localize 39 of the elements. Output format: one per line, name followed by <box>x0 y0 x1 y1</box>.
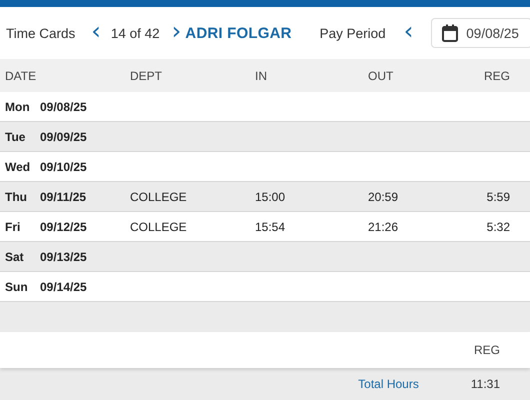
calendar-icon <box>442 24 458 42</box>
date-cell-text: 09/10/25 <box>40 160 88 174</box>
column-header: OUT <box>368 68 394 82</box>
date-field[interactable]: 09/08/25 <box>431 18 530 48</box>
column-header: DEPT <box>130 68 164 82</box>
total-hours-label: Total Hours <box>358 377 419 391</box>
day-cell-text: Sat <box>5 250 25 264</box>
column-header: DATE <box>5 68 38 82</box>
day-cell-text: Mon <box>5 100 31 114</box>
total-hours-value: 11:31 <box>470 377 500 391</box>
out-cell-text: 21:26 <box>368 220 400 234</box>
day-cell-text: Sun <box>5 280 29 294</box>
day-cell-text: Fri <box>5 220 22 234</box>
date-cell-text: 09/09/25 <box>40 130 88 144</box>
in-cell-text: 15:00 <box>255 190 286 204</box>
record-position: 14 of 42 <box>110 26 160 40</box>
page-title: Time Cards <box>6 26 76 40</box>
out-cell-text: 20:59 <box>368 190 400 204</box>
column-header: REG <box>482 68 510 82</box>
day-cell-text: Wed <box>5 160 32 174</box>
date-cell-text: 09/08/25 <box>40 100 88 114</box>
date-cell-text: 09/11/25 <box>40 190 88 204</box>
date-cell-text: 09/14/25 <box>40 280 88 294</box>
pay-period-label: Pay Period <box>320 26 386 40</box>
totals-column-header: REG <box>474 343 500 357</box>
column-header: IN <box>255 68 268 82</box>
dept-cell-text: COLLEGE <box>130 220 188 234</box>
day-cell-text: Thu <box>5 190 28 204</box>
day-cell-text: Tue <box>5 130 26 144</box>
reg-cell-text: 5:32 <box>486 220 510 234</box>
next-button[interactable]: › <box>168 21 186 45</box>
employee-name[interactable]: ADRI FOLGAR <box>185 24 292 42</box>
previous-button[interactable]: ‹ <box>87 21 105 45</box>
date-cell-text: 09/13/25 <box>40 250 88 264</box>
in-cell-text: 15:54 <box>255 220 286 234</box>
previous-period-button[interactable]: ‹ <box>400 21 418 45</box>
reg-cell-text: 5:59 <box>486 190 510 204</box>
date-cell-text: 09/12/25 <box>40 220 88 234</box>
dept-cell-text: COLLEGE <box>130 190 188 204</box>
